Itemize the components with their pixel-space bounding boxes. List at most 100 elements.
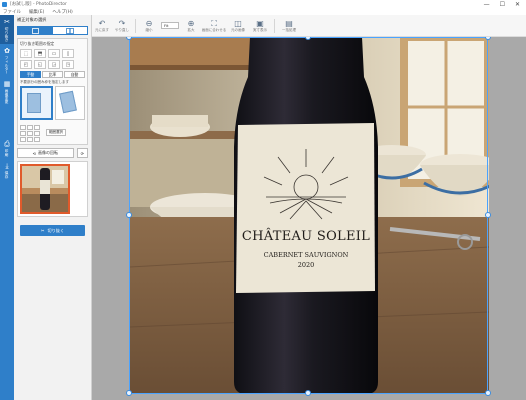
crop-icon: ✂ — [40, 228, 45, 233]
rail-label: 保存 — [5, 171, 9, 179]
image-canvas[interactable]: CHÂTEAU SOLEIL CABERNET SAUVIGNON 2020 — [92, 37, 526, 400]
rail-item-print[interactable]: ⎙ 印刷 — [0, 137, 14, 159]
crop-handle-left[interactable] — [126, 212, 132, 218]
window-controls: — ☐ ✕ — [484, 1, 520, 8]
left-rail: ✂ 切り抜き ✿ フィルター ▦ 画像変更 ⎙ 印刷 ⤓ 保存 — [0, 15, 14, 400]
undo-button[interactable]: ↶ 元に戻す — [92, 16, 112, 36]
label-line-2: CABERNET SAUVIGNON — [263, 251, 349, 259]
ratio-tabs: 手動 比率 自動 — [20, 71, 85, 78]
zoom-in-button[interactable]: ⊕ 拡大 — [181, 16, 201, 36]
rail-label: フィルター — [5, 56, 9, 75]
zoom-select[interactable]: Fit — [161, 22, 179, 29]
tab-ratio[interactable]: 比率 — [42, 71, 63, 78]
rotate-icon: ⟲ — [32, 150, 36, 156]
single-image-tab[interactable] — [18, 27, 53, 34]
toolbar-divider — [274, 18, 275, 33]
label-line-1: CHÂTEAU SOLEIL — [241, 229, 371, 244]
wine-bottle-photo — [130, 37, 489, 394]
zoom-in-icon: ⊕ — [187, 18, 195, 28]
menu-file[interactable]: ファイル — [3, 9, 21, 15]
zoom-out-label: 縮小 — [145, 27, 153, 32]
crop-tool-2-icon[interactable]: ⬒ — [34, 49, 46, 58]
preset-frame[interactable] — [20, 86, 53, 120]
compare-label: 元の画像 — [231, 27, 245, 32]
batch-label: 一括処理 — [282, 27, 296, 32]
crop-tool-7-icon[interactable]: ◲ — [48, 60, 60, 69]
rotate-row: ⟲ 画像の回転 ⟳ — [17, 148, 88, 158]
original-size-label: 実寸表示 — [253, 27, 267, 32]
crop-tool-8-icon[interactable]: ◳ — [62, 60, 74, 69]
undo-label: 元に戻す — [95, 27, 109, 32]
crop-range-section: 切り抜き範囲の指定 ⬚ ⬒ ▭ ▯ ◰ ◱ ◲ ◳ 手動 比率 自動 不要部分の… — [17, 38, 88, 145]
fit-button[interactable]: ⛶ 画面に合わせる — [201, 16, 227, 36]
fit-label: 画面に合わせる — [201, 27, 227, 32]
crop-tool-5-icon[interactable]: ◰ — [20, 60, 32, 69]
zoom-in-label: 拡大 — [187, 27, 195, 32]
anchor-grid[interactable] — [20, 125, 40, 142]
rail-item-adjust[interactable]: ▦ 画像変更 — [0, 77, 14, 106]
rail-item-save[interactable]: ⤓ 保存 — [0, 159, 14, 181]
tab-auto[interactable]: 自動 — [64, 71, 85, 78]
menu-help[interactable]: ヘルプ(H) — [52, 9, 72, 15]
zoom-out-button[interactable]: ⊖ 縮小 — [139, 16, 159, 36]
scissors-icon: ✂ — [4, 18, 10, 26]
image-thumbnail[interactable] — [20, 164, 70, 214]
print-icon: ⎙ — [4, 139, 10, 148]
title-bar: [お試し版] - PhotoDirector — ☐ ✕ — [0, 0, 526, 8]
crop-handle-bottom-left[interactable] — [126, 390, 132, 396]
tab-manual[interactable]: 手動 — [20, 71, 41, 78]
thumbnail-image — [22, 166, 68, 212]
image-icon — [31, 27, 39, 34]
rotate-cw-icon: ⟳ — [80, 150, 84, 156]
rail-label: 画像変更 — [5, 89, 9, 104]
panel-header: 補正対象の選択 — [17, 17, 47, 22]
crop-handle-top-right[interactable] — [485, 37, 491, 40]
rail-label: 切り抜き — [5, 27, 9, 42]
thumbnail-strip — [17, 161, 88, 217]
toolbar-divider — [135, 18, 136, 33]
rail-label: 印刷 — [5, 148, 9, 157]
book-icon — [65, 27, 74, 34]
undo-icon: ↶ — [98, 18, 106, 28]
crop-tool-4-icon[interactable]: ▯ — [62, 49, 74, 58]
crop-tools: ◰ ◱ ◲ ◳ — [20, 60, 85, 69]
window-title: [お試し版] - PhotoDirector — [10, 2, 67, 7]
maximize-button[interactable]: ☐ — [500, 1, 505, 8]
crop-handle-bottom[interactable] — [305, 390, 311, 396]
crop-tool-3-icon[interactable]: ▭ — [48, 49, 60, 58]
rail-item-crop[interactable]: ✂ 切り抜き — [0, 15, 14, 45]
compare-button[interactable]: ◫ 元の画像 — [227, 16, 249, 36]
crop-tool-6-icon[interactable]: ◱ — [34, 60, 46, 69]
compare-icon: ◫ — [234, 18, 242, 28]
label-line-3: 2020 — [297, 261, 315, 269]
close-button[interactable]: ✕ — [515, 1, 520, 8]
minimize-button[interactable]: — — [484, 1, 490, 8]
preset-tilted[interactable] — [54, 86, 85, 120]
adjust-icon: ▦ — [3, 80, 11, 89]
crop-tool-1-icon[interactable]: ⬚ — [20, 49, 32, 58]
batch-button[interactable]: ▤ 一括処理 — [278, 16, 300, 36]
rotate-cw-button[interactable]: ⟳ — [76, 148, 88, 158]
crop-handle-bottom-right[interactable] — [485, 390, 491, 396]
crop-tools: ⬚ ⬒ ▭ ▯ — [20, 49, 85, 58]
menu-bar: ファイル 編集(E) ヘルプ(H) — [0, 8, 526, 15]
save-icon: ⤓ — [5, 162, 9, 171]
range-select[interactable]: 範囲選択 — [46, 128, 66, 136]
crop-button[interactable]: ✂ 切り抜く — [20, 225, 85, 236]
rotate-button[interactable]: ⟲ 画像の回転 — [17, 148, 74, 158]
crop-presets — [20, 86, 85, 120]
redo-button[interactable]: ↷ やり直し — [112, 16, 132, 36]
app-icon — [2, 1, 7, 7]
original-size-icon: ▣ — [256, 18, 264, 28]
photo: CHÂTEAU SOLEIL CABERNET SAUVIGNON 2020 — [130, 37, 489, 394]
target-selector — [17, 26, 88, 35]
menu-edit[interactable]: 編集(E) — [29, 9, 44, 15]
redo-label: やり直し — [115, 27, 129, 32]
multi-image-tab[interactable] — [52, 27, 87, 34]
frame-shape — [27, 93, 41, 113]
zoom-out-icon: ⊖ — [145, 18, 153, 28]
original-size-button[interactable]: ▣ 実寸表示 — [249, 16, 271, 36]
fit-icon: ⛶ — [211, 18, 217, 28]
crop-handle-right[interactable] — [485, 212, 491, 218]
rail-item-filter[interactable]: ✿ フィルター — [0, 44, 14, 77]
